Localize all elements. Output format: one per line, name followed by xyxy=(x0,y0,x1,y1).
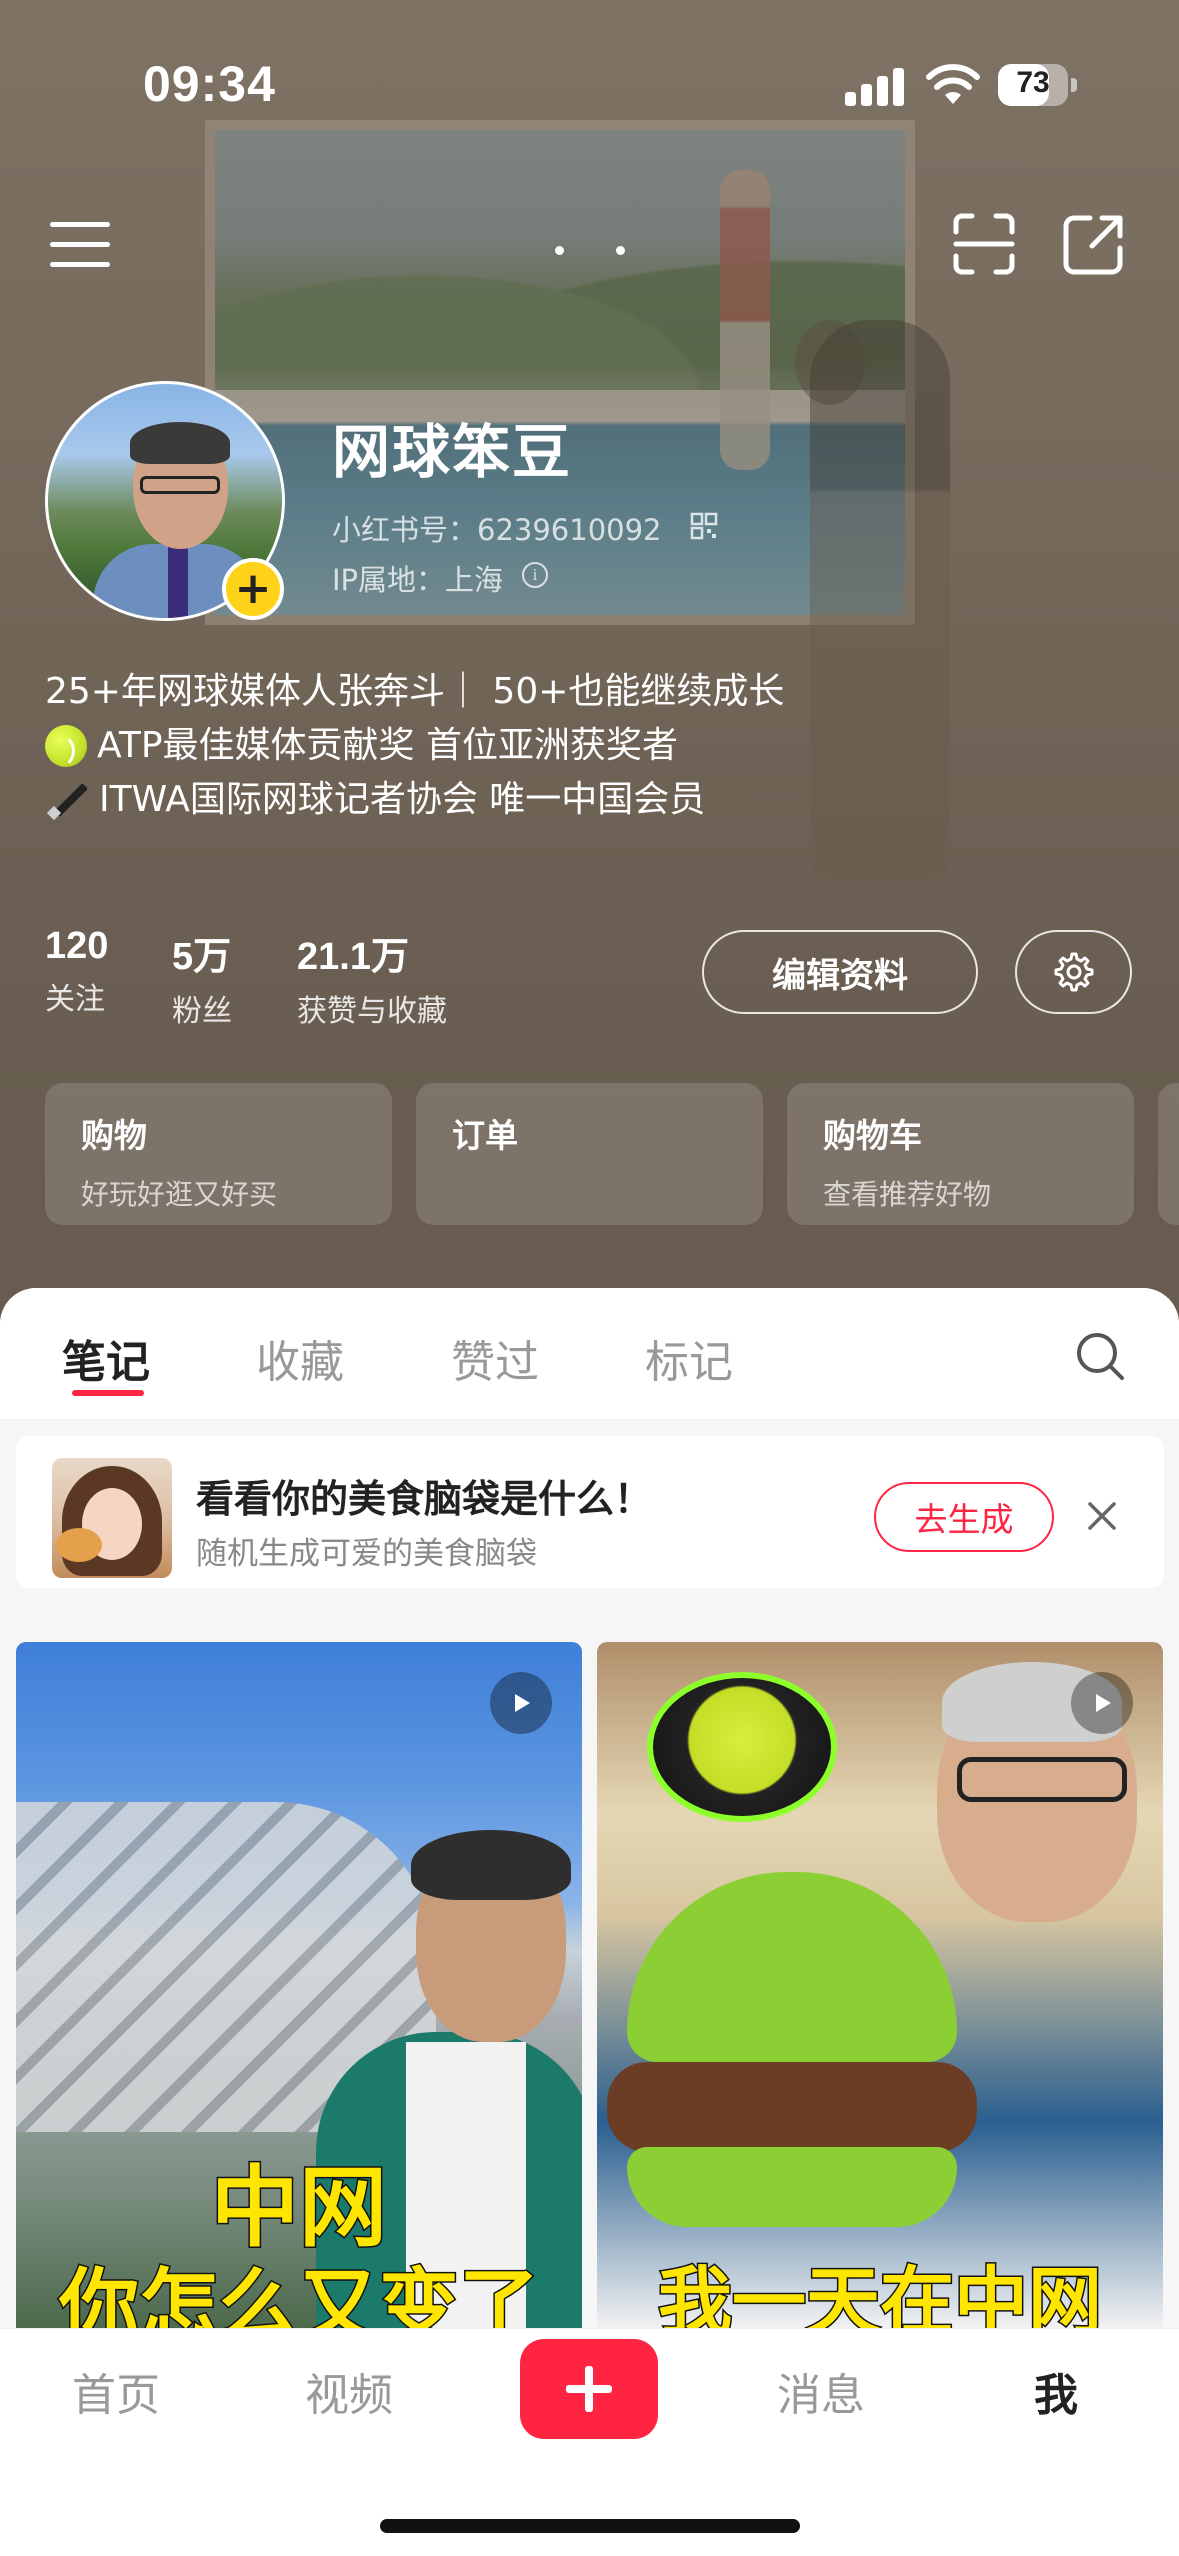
scan-icon[interactable] xyxy=(952,212,1016,276)
close-icon[interactable] xyxy=(1082,1496,1122,1536)
content-panel: 笔记 收藏 赞过 标记 看看你的美食脑袋是什么！ 随机生成可爱的美食脑袋 去生成… xyxy=(0,1288,1179,2328)
tennis-ball-icon xyxy=(647,1672,837,1822)
battery-level: 73 xyxy=(1016,66,1050,99)
username: 网球笨豆 xyxy=(332,418,573,486)
settings-gear-icon xyxy=(1054,952,1093,992)
bio-line: 25+年网球媒体人张奔斗｜ 50+也能继续成长 xyxy=(45,671,785,712)
plus-icon xyxy=(566,2366,612,2412)
bio: 25+年网球媒体人张奔斗｜ 50+也能继续成长 ATP最佳媒体贡献奖 首位亚洲获… xyxy=(45,665,784,827)
note-card[interactable]: 中网 你怎么又变了 xyxy=(16,1642,582,2328)
nav-messages[interactable]: 消息 xyxy=(777,2359,865,2423)
stat-followers[interactable]: 5万 粉丝 xyxy=(172,925,232,1030)
add-story-button[interactable]: + xyxy=(222,558,284,620)
stat-likes-collects[interactable]: 21.1万 获赞与收藏 xyxy=(297,925,447,1030)
shortcut-shopping[interactable]: 购物 好玩好逛又好买 xyxy=(45,1083,392,1225)
nav-home[interactable]: 首页 xyxy=(72,2359,160,2423)
edit-profile-button[interactable]: 编辑资料 xyxy=(702,930,978,1014)
tab-marked[interactable]: 标记 xyxy=(645,1326,733,1390)
tab-notes[interactable]: 笔记 xyxy=(62,1326,150,1390)
tennis-ball-icon xyxy=(45,725,87,769)
shortcut-orders[interactable]: 订单 xyxy=(416,1083,763,1225)
menu-icon[interactable] xyxy=(50,220,114,270)
info-icon[interactable]: i xyxy=(522,562,548,588)
active-tab-indicator xyxy=(72,1390,144,1396)
note-caption: 我一天在中网 xyxy=(657,2258,1104,2329)
promo-subtitle: 随机生成可爱的美食脑袋 xyxy=(196,1536,537,1572)
search-icon[interactable] xyxy=(1074,1330,1126,1382)
promo-banner[interactable]: 看看你的美食脑袋是什么！ 随机生成可爱的美食脑袋 去生成 xyxy=(16,1436,1164,1588)
note-card[interactable]: 我一天在中网 xyxy=(597,1642,1163,2328)
xhs-id: 小红书号：6239610092 xyxy=(332,513,662,547)
generate-button[interactable]: 去生成 xyxy=(874,1482,1054,1552)
promo-thumbnail xyxy=(52,1458,172,1578)
profile-header: 09:34 73 + 网球笨豆 小红书号：6239610092 IP属地：上海 … xyxy=(0,0,1179,1330)
stat-following[interactable]: 120 关注 xyxy=(45,925,108,1018)
bottom-nav: 首页 视频 消息 我 xyxy=(0,2328,1179,2556)
publish-button[interactable] xyxy=(520,2339,658,2439)
page-indicator-dots xyxy=(555,240,677,259)
tab-liked[interactable]: 赞过 xyxy=(451,1326,539,1390)
home-indicator xyxy=(380,2519,800,2533)
note-caption: 你怎么又变了 xyxy=(58,2259,541,2329)
shortcut-more[interactable] xyxy=(1158,1083,1179,1225)
cellular-signal-icon xyxy=(845,66,907,106)
status-time: 09:34 xyxy=(143,56,276,112)
shortcut-cart[interactable]: 购物车 查看推荐好物 xyxy=(787,1083,1134,1225)
bio-line: ATP最佳媒体贡献奖 首位亚洲获奖者 xyxy=(45,719,784,773)
play-icon xyxy=(490,1672,552,1734)
battery-icon: 73 xyxy=(998,64,1077,106)
ip-location: IP属地：上海 xyxy=(332,563,504,597)
share-icon[interactable] xyxy=(1062,212,1126,276)
tab-collections[interactable]: 收藏 xyxy=(256,1326,344,1390)
wifi-icon xyxy=(926,64,980,104)
qr-code-icon[interactable] xyxy=(690,512,718,540)
bio-line: ITWA国际网球记者协会 唯一中国会员 xyxy=(45,773,784,827)
tab-bar: 笔记 收藏 赞过 标记 xyxy=(0,1288,1179,1420)
settings-button[interactable] xyxy=(1015,930,1132,1014)
nav-video[interactable]: 视频 xyxy=(305,2359,393,2423)
promo-title: 看看你的美食脑袋是什么！ xyxy=(196,1477,653,1521)
nav-me[interactable]: 我 xyxy=(1034,2359,1078,2423)
pen-icon xyxy=(45,778,89,822)
play-icon xyxy=(1071,1672,1133,1734)
